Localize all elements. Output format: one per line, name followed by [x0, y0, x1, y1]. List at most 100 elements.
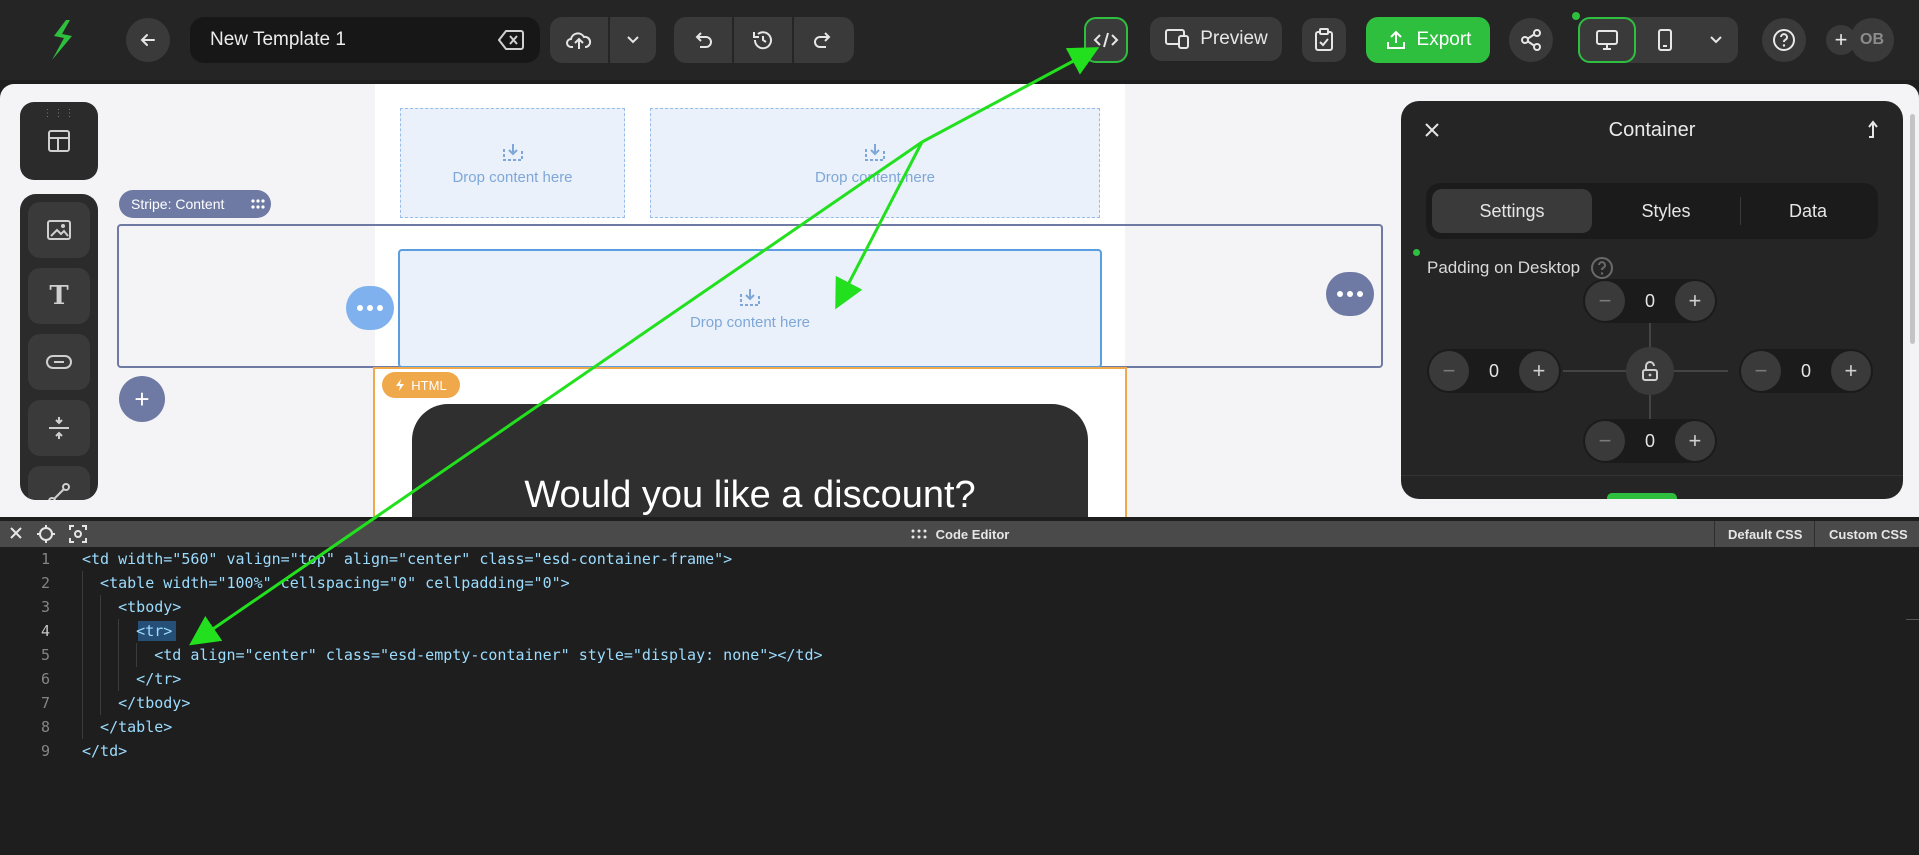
decrement-button[interactable]: − — [1741, 351, 1781, 391]
code-editor[interactable]: 1 <td width="560" valign="top" align="ce… — [0, 547, 1919, 855]
device-options-dropdown[interactable] — [1694, 17, 1738, 63]
code-text: <table width="100%" cellspacing="0" cell… — [82, 574, 570, 592]
social-block-button[interactable] — [28, 466, 90, 500]
padding-right-value[interactable]: 0 — [1801, 361, 1811, 382]
status-dot — [1572, 12, 1580, 20]
code-text: </td> — [82, 742, 128, 760]
text-t-icon: T — [49, 281, 69, 311]
brand-logo-icon[interactable] — [44, 16, 80, 64]
history-icon — [753, 31, 772, 50]
structures-palette-button[interactable]: ⋮⋮⋮ — [20, 102, 98, 180]
chevron-down-icon — [627, 36, 639, 44]
editor-canvas[interactable]: Drop content here Drop content here Stri… — [0, 84, 1919, 517]
undo-icon — [695, 32, 712, 48]
button-block-button[interactable] — [28, 334, 90, 390]
dropzone-top-left[interactable]: Drop content here — [400, 108, 625, 218]
code-text: <tbody> — [82, 598, 182, 616]
clear-text-icon[interactable] — [497, 29, 524, 57]
export-button[interactable]: Export — [1366, 17, 1490, 63]
padding-top-value[interactable]: 0 — [1645, 291, 1655, 312]
increment-button[interactable]: + — [1830, 351, 1871, 391]
redo-button[interactable] — [794, 17, 852, 63]
drag-handle-icon[interactable] — [910, 529, 928, 539]
code-line: 9 </td> — [0, 739, 1900, 763]
code-line: 4 <tr> — [0, 619, 1900, 643]
template-name-input[interactable]: New Template 1 — [190, 17, 540, 63]
code-editor-title-bar[interactable]: Code Editor — [0, 521, 1919, 547]
avatar[interactable]: OB — [1850, 18, 1894, 62]
padding-left-value[interactable]: 0 — [1489, 361, 1499, 382]
share-button[interactable] — [1509, 18, 1553, 62]
help-icon[interactable] — [1590, 256, 1614, 280]
custom-css-button[interactable]: Custom CSS — [1829, 521, 1908, 547]
code-text: </tr> — [82, 670, 182, 688]
share-icon — [1521, 29, 1541, 51]
code-editor-title: Code Editor — [935, 526, 1010, 542]
padding-lock-button[interactable] — [1626, 347, 1674, 395]
email-editor-screen: New Template 1 Preview Export + OB Drop … — [0, 0, 1919, 855]
collaborators-group[interactable]: + OB — [1826, 17, 1906, 63]
dropzone-top-right[interactable]: Drop content here — [650, 108, 1100, 218]
padding-label-text: Padding on Desktop — [1427, 258, 1581, 277]
code-editor-button[interactable] — [1084, 17, 1128, 63]
drop-download-icon — [740, 289, 760, 306]
code-text: </tbody> — [82, 694, 191, 712]
padding-bottom-value[interactable]: 0 — [1645, 431, 1655, 452]
history-button[interactable] — [734, 17, 792, 63]
stripe-more-button[interactable] — [1326, 272, 1374, 316]
undo-button[interactable] — [674, 17, 732, 63]
decrement-button[interactable]: − — [1585, 421, 1625, 461]
image-block-button[interactable] — [28, 202, 90, 258]
desktop-view-button[interactable] — [1578, 17, 1636, 63]
connector-line — [1674, 370, 1728, 372]
save-group — [550, 17, 656, 63]
default-css-button[interactable]: Default CSS — [1728, 521, 1802, 547]
tab-data[interactable]: Data — [1741, 189, 1875, 233]
blocks-palette: T — [20, 194, 98, 500]
drop-label: Drop content here — [452, 168, 573, 186]
panel-next-control[interactable] — [1607, 493, 1677, 499]
cloud-upload-icon — [566, 32, 592, 49]
decrement-button[interactable]: − — [1585, 281, 1625, 321]
container-more-button[interactable] — [346, 286, 394, 330]
save-options-dropdown[interactable] — [610, 17, 656, 63]
text-block-button[interactable]: T — [28, 268, 90, 324]
line-number: 5 — [40, 646, 50, 664]
tab-styles[interactable]: Styles — [1596, 189, 1736, 233]
line-number: 4 — [40, 622, 50, 640]
stripe-label-badge[interactable]: Stripe: Content — [119, 190, 271, 218]
add-stripe-button[interactable]: + — [119, 376, 165, 422]
increment-button[interactable]: + — [1518, 351, 1559, 391]
html-block-badge[interactable]: HTML — [382, 372, 460, 398]
test-checklist-button[interactable] — [1302, 18, 1346, 62]
html-block-frame[interactable] — [373, 367, 1127, 517]
preview-button[interactable]: Preview — [1150, 17, 1282, 61]
code-icon — [1093, 32, 1119, 48]
increment-button[interactable]: + — [1674, 281, 1715, 321]
minimap-marker — [1906, 619, 1919, 620]
mobile-view-button[interactable] — [1636, 17, 1694, 63]
unlock-icon — [1642, 361, 1658, 381]
code-line: 8 </table> — [0, 715, 1900, 739]
history-group — [674, 17, 854, 63]
increment-button[interactable]: + — [1674, 421, 1715, 461]
upload-cloud-button[interactable] — [550, 17, 608, 63]
decrement-button[interactable]: − — [1429, 351, 1469, 391]
spacer-block-button[interactable] — [28, 400, 90, 456]
select-parent-icon[interactable] — [1865, 119, 1883, 144]
code-line: 1 <td width="560" valign="top" align="ce… — [0, 547, 1900, 571]
spacer-icon — [49, 417, 69, 439]
line-number: 9 — [40, 742, 50, 760]
code-text: <td align="center" class="esd-empty-cont… — [82, 646, 823, 664]
lightning-icon — [396, 379, 405, 391]
connector-line — [1649, 323, 1651, 347]
back-button[interactable] — [126, 18, 170, 62]
drag-handle-icon[interactable] — [250, 198, 266, 210]
drag-grip-icon: ⋮⋮⋮ — [42, 108, 76, 119]
canvas-scrollbar[interactable] — [1910, 114, 1915, 344]
help-button[interactable] — [1762, 18, 1806, 62]
selected-container[interactable]: Drop content here — [398, 249, 1102, 368]
tab-settings[interactable]: Settings — [1432, 189, 1592, 233]
drop-download-icon — [865, 143, 885, 161]
connector-line — [1649, 395, 1651, 419]
